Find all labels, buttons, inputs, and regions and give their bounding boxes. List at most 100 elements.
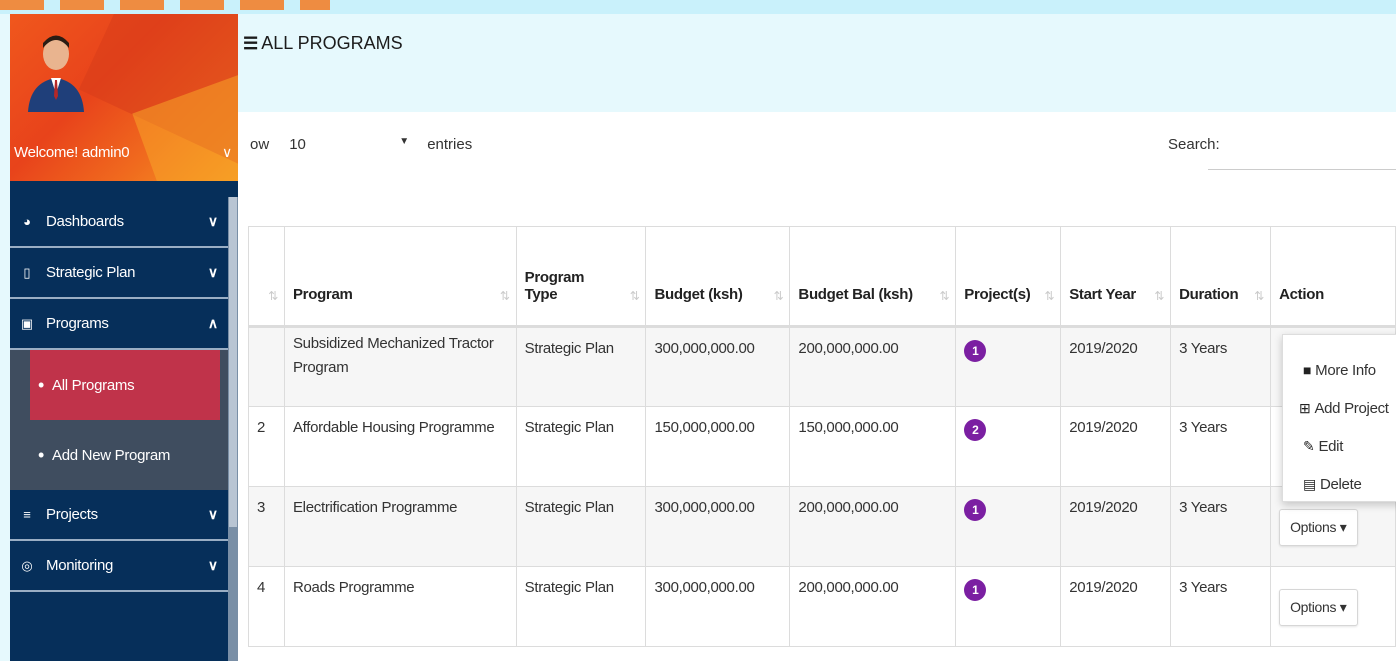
col-header-duration[interactable]: Duration ⇅: [1170, 226, 1272, 328]
programs-icon: ▣: [20, 315, 34, 331]
projects-badge[interactable]: 1: [964, 340, 987, 362]
page-length-select[interactable]: 10 ▼: [289, 136, 419, 153]
menu-item-label: Delete: [1319, 475, 1362, 493]
programs-submenu: • All Programs • Add New Program: [10, 350, 228, 490]
cell-program: Subsidized Mechanized Tractor Program: [283, 326, 517, 407]
sort-icon: ⇅: [268, 289, 278, 303]
col-header-budget[interactable]: Budget (ksh) ⇅: [645, 226, 791, 328]
sidebar-item-label: Dashboards: [46, 213, 124, 230]
sidebar-item-label: Add New Program: [52, 446, 171, 464]
table-row: 2 Affordable Housing Programme Strategic…: [248, 406, 1396, 487]
page-title: ☰ ALL PROGRAMS: [243, 33, 403, 54]
cell-number: 4: [248, 566, 285, 647]
sort-icon: ⇅: [499, 289, 510, 303]
menu-item-delete[interactable]: ▤ Delete: [1283, 465, 1396, 503]
table-header-row: ⇅ Program ⇅ Program Type ⇅ Budget (ksh) ⇅ B…: [248, 226, 1396, 328]
col-header-program-type[interactable]: Program Type ⇅: [515, 226, 647, 328]
chevron-down-icon: ∨: [207, 506, 219, 522]
cell-action: Options ▾: [1270, 566, 1396, 647]
options-button[interactable]: Options ▾: [1279, 509, 1358, 546]
avatar: [28, 35, 84, 112]
cell-budget-bal: 200,000,000.00: [789, 486, 957, 567]
cell-type: Strategic Plan: [515, 326, 647, 407]
scrollbar-thumb[interactable]: [229, 197, 237, 527]
projects-badge[interactable]: 1: [964, 579, 987, 601]
cell-budget-bal: 200,000,000.00: [789, 326, 957, 407]
cell-duration: 3 Years: [1170, 406, 1272, 487]
sidebar-item-dashboards[interactable]: ◕ Dashboards ∨: [10, 197, 228, 248]
bullet-icon: •: [38, 374, 45, 395]
sort-icon: ⇅: [773, 289, 784, 303]
cell-budget: 150,000,000.00: [645, 406, 791, 487]
col-header-number[interactable]: ⇅: [248, 226, 285, 328]
sort-icon: ⇅: [939, 289, 950, 303]
cell-number: [248, 326, 285, 407]
chevron-down-icon[interactable]: ∨: [222, 144, 232, 161]
sidebar: Welcome! admin0 ∨ ◕ Dashboards ∨ ▯ Strat…: [10, 14, 238, 661]
sidebar-item-monitoring[interactable]: ◎ Monitoring ∨: [10, 541, 228, 592]
projects-icon: ≡: [23, 507, 31, 522]
table-row: 3 Electrification Programme Strategic Pl…: [248, 486, 1396, 567]
sidebar-item-programs[interactable]: ▣ Programs ∧: [10, 299, 228, 350]
cell-start-year: 2019/2020: [1060, 326, 1172, 407]
col-header-budget-bal[interactable]: Budget Bal (ksh) ⇅: [789, 226, 957, 328]
caret-down-icon: ▼: [399, 136, 410, 147]
chevron-down-icon: ∨: [207, 264, 219, 280]
profile-panel: Welcome! admin0 ∨: [10, 14, 238, 181]
welcome-text: Welcome! admin0: [14, 144, 130, 161]
menu-item-label: Edit: [1318, 437, 1344, 455]
sidebar-scrollbar[interactable]: [228, 197, 238, 661]
col-header-start-year[interactable]: Start Year ⇅: [1060, 226, 1172, 328]
list-icon: ☰: [243, 33, 259, 53]
sidebar-subitem-add-new-program[interactable]: • Add New Program: [30, 420, 228, 490]
chevron-up-icon: ∧: [207, 315, 219, 331]
cell-budget-bal: 150,000,000.00: [789, 406, 957, 487]
sidebar-item-strategic-plan[interactable]: ▯ Strategic Plan ∨: [10, 248, 228, 299]
sidebar-subitem-all-programs[interactable]: • All Programs: [30, 350, 220, 420]
dashboard-icon: ◕: [23, 214, 31, 229]
search-input[interactable]: [1208, 134, 1396, 170]
menu-item-edit[interactable]: ✎ Edit: [1283, 427, 1396, 465]
menu-item-label: More Info: [1315, 361, 1376, 379]
menu-item-add-project[interactable]: ⊞ Add Project: [1283, 389, 1396, 427]
monitoring-icon: ◎: [21, 557, 33, 573]
sidebar-item-label: Strategic Plan: [46, 264, 136, 281]
file-icon: ■: [1303, 362, 1312, 378]
sidebar-item-label: All Programs: [52, 376, 135, 394]
cell-duration: 3 Years: [1170, 326, 1272, 407]
show-label: ow: [250, 136, 270, 153]
page-title-text: ALL PROGRAMS: [261, 33, 403, 53]
sort-icon: ⇅: [629, 289, 640, 303]
cell-projects: 1: [955, 326, 1062, 407]
sidebar-nav: ◕ Dashboards ∨ ▯ Strategic Plan ∨ ▣ Prog…: [10, 197, 228, 592]
bullet-icon: •: [38, 444, 45, 465]
projects-badge[interactable]: 2: [964, 419, 987, 441]
cell-type: Strategic Plan: [515, 406, 647, 487]
sidebar-item-projects[interactable]: ≡ Projects ∨: [10, 490, 228, 541]
sort-icon: ⇅: [1254, 289, 1265, 303]
cell-duration: 3 Years: [1170, 486, 1272, 567]
top-banner-decoration: [0, 0, 330, 10]
chevron-down-icon: ∨: [207, 557, 219, 573]
plus-square-icon: ⊞: [1299, 399, 1311, 416]
col-header-program[interactable]: Program ⇅: [283, 226, 517, 328]
cell-projects: 1: [955, 486, 1062, 567]
cell-program: Affordable Housing Programme: [283, 406, 517, 487]
sort-icon: ⇅: [1154, 289, 1165, 303]
entries-label: entries: [427, 136, 473, 153]
menu-item-more-info[interactable]: ■ More Info: [1283, 351, 1396, 389]
sidebar-item-label: Monitoring: [46, 557, 114, 574]
options-dropdown-menu: ■ More Info ⊞ Add Project ✎ Edit ▤ Delet…: [1282, 334, 1396, 502]
table-row: 4 Roads Programme Strategic Plan 300,000…: [248, 566, 1396, 647]
cell-start-year: 2019/2020: [1060, 486, 1172, 567]
cell-number: 2: [248, 406, 285, 487]
edit-icon: ✎: [1303, 437, 1315, 454]
menu-item-label: Add Project: [1314, 399, 1389, 417]
book-icon: ▯: [23, 264, 31, 280]
cell-budget-bal: 200,000,000.00: [789, 566, 957, 647]
col-header-projects[interactable]: Project(s) ⇅: [955, 226, 1062, 328]
top-strip: [0, 0, 1396, 14]
projects-badge[interactable]: 1: [964, 499, 987, 521]
options-button[interactable]: Options ▾: [1279, 589, 1358, 626]
cell-budget: 300,000,000.00: [645, 486, 791, 567]
